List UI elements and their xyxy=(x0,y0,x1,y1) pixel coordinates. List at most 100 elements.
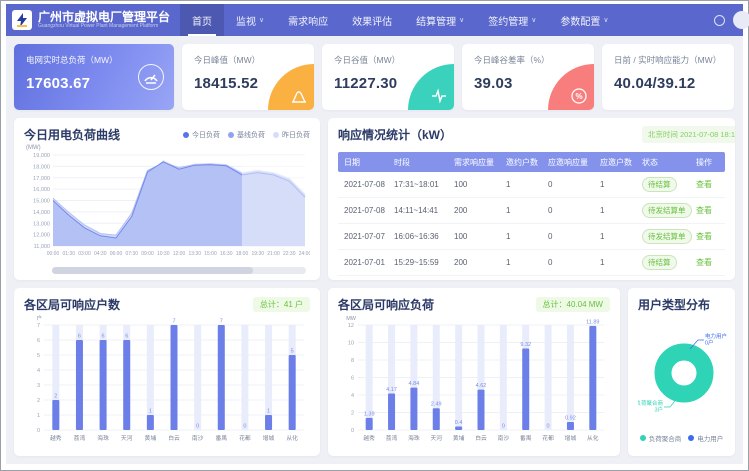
table-cell: 16:06~16:36 xyxy=(392,232,452,241)
bar-白云 xyxy=(171,325,178,430)
y-tick-label: 6 xyxy=(37,338,40,344)
status-badge: 待发结算单 xyxy=(642,203,692,218)
legend-item-电力用户[interactable]: 电力用户 xyxy=(688,433,723,443)
view-link[interactable]: 查看 xyxy=(696,206,712,215)
nav-item-label: 签约管理 xyxy=(488,13,528,28)
bolt-icon xyxy=(16,13,28,27)
table-cell: 0 xyxy=(546,180,598,189)
households-total-badge: 总计：41 户 xyxy=(253,297,310,312)
y-tick-label: 0 xyxy=(351,428,354,434)
y-axis-unit: 户 xyxy=(36,314,42,322)
legend-dot xyxy=(273,132,279,138)
beijing-time-badge: 北京时间 2021-07-08 18:1 xyxy=(642,126,735,143)
y-tick-label: 6 xyxy=(351,376,354,382)
bar-value-label: 7 xyxy=(220,319,223,325)
chevron-down-icon: ∨ xyxy=(603,16,608,24)
bar-value-label: 1 xyxy=(267,409,270,415)
y-tick-label: 15,000 xyxy=(33,199,50,205)
nav-item-label: 首页 xyxy=(192,13,212,28)
nav-item-结算管理[interactable]: 结算管理∨ xyxy=(404,4,476,36)
user-icon[interactable] xyxy=(714,15,725,26)
y-tick-label: 13,000 xyxy=(33,221,50,227)
column-header-需求响应量: 需求响应量 xyxy=(452,157,504,168)
legend-label: 电力用户 xyxy=(697,433,723,443)
y-tick-label: 4 xyxy=(37,368,40,374)
bar-value-label: 4.84 xyxy=(409,381,420,387)
x-tick-label: 21:00 xyxy=(267,251,280,257)
table-cell-status: 待结算 xyxy=(640,177,694,192)
view-link[interactable]: 查看 xyxy=(696,180,712,189)
stat-card-wedge: % xyxy=(548,64,594,110)
bar-越秀 xyxy=(366,418,373,430)
nav-item-需求响应[interactable]: 需求响应 xyxy=(276,4,340,36)
column-header-时段: 时段 xyxy=(392,157,452,168)
bar-value-label: 7 xyxy=(172,319,175,325)
view-link[interactable]: 查看 xyxy=(696,232,712,241)
table-cell: 14:11~14:41 xyxy=(392,206,452,215)
x-tick-label: 白云 xyxy=(168,434,180,442)
x-tick-label: 09:00 xyxy=(141,251,154,257)
nav-item-参数配置[interactable]: 参数配置∨ xyxy=(548,4,620,36)
column-header-应邀响应量: 应邀响应量 xyxy=(546,157,598,168)
stat-card-1: 今日峰值（MW）18415.52 xyxy=(182,44,314,110)
x-tick-label: 16:30 xyxy=(220,251,233,257)
table-cell: 0 xyxy=(546,206,598,215)
response-table-body: 2021-07-0817:31~18:01100101待结算查看2021-07-… xyxy=(338,172,725,276)
table-cell-status: 待发结算单 xyxy=(640,203,694,218)
view-link[interactable]: 查看 xyxy=(696,258,712,267)
top-navbar: 广州市虚拟电厂管理平台 Guangzhou Virtual Power Plan… xyxy=(6,4,743,36)
chevron-down-icon: ∨ xyxy=(531,16,536,24)
y-tick-label: 8 xyxy=(351,358,354,364)
bar-background-南沙 xyxy=(500,325,507,430)
nav-item-签约管理[interactable]: 签约管理∨ xyxy=(476,4,548,36)
stat-card-3: 今日峰谷差率（%）39.03% xyxy=(462,44,594,110)
pulse-icon xyxy=(431,88,447,104)
nav-item-首页[interactable]: 首页 xyxy=(180,4,224,36)
nav-item-监视[interactable]: 监视∨ xyxy=(224,4,276,36)
table-row: 2021-07-0716:06~16:36100101待发结算单查看 xyxy=(338,224,725,250)
legend-item-负荷聚合商[interactable]: 负荷聚合商 xyxy=(640,433,682,443)
load-curve-panel: 今日用电负荷曲线 今日负荷基线负荷昨日负荷 (MW) 11,00012,0001… xyxy=(14,118,320,280)
column-header-状态: 状态 xyxy=(640,157,694,168)
bar-荔湾 xyxy=(76,340,83,430)
legend-item-基线负荷[interactable]: 基线负荷 xyxy=(228,130,265,140)
navbar-right xyxy=(714,4,743,36)
table-cell: 2021-07-08 xyxy=(342,206,392,215)
stat-card-label: 日前 / 实时响应能力（MW） xyxy=(614,54,722,66)
stat-card-label: 电网实时总负荷（MW） xyxy=(26,54,162,66)
table-cell: 0 xyxy=(546,258,598,267)
y-tick-label: 2 xyxy=(37,398,40,404)
table-cell-action: 查看 xyxy=(694,257,720,268)
legend-item-今日负荷[interactable]: 今日负荷 xyxy=(183,130,220,140)
y-tick-label: 14,000 xyxy=(33,210,50,216)
user-type-panel: 用户类型分布 电力用户0户负荷聚合商3户 负荷聚合商电力用户 xyxy=(628,288,735,456)
legend-item-昨日负荷[interactable]: 昨日负荷 xyxy=(273,130,310,140)
legend-label: 基线负荷 xyxy=(237,130,265,140)
bar-从化 xyxy=(589,326,596,430)
slice-value: 3户 xyxy=(654,406,663,414)
dashboard-body: 电网实时总负荷（MW）17603.67今日峰值（MW）18415.52今日谷值（… xyxy=(6,36,743,464)
app-subtitle: Guangzhou Virtual Power Plant Management… xyxy=(38,23,170,30)
x-tick-label: 10:30 xyxy=(157,251,170,257)
y-tick-label: 2 xyxy=(351,411,354,417)
bar-background-花都 xyxy=(545,325,552,430)
datazoom-slider[interactable] xyxy=(52,267,306,274)
datazoom-handle[interactable] xyxy=(52,267,253,274)
status-badge: 待结算 xyxy=(642,177,677,192)
bar-增城 xyxy=(567,422,574,430)
x-tick-label: 12:00 xyxy=(173,251,186,257)
table-cell: 1 xyxy=(598,258,640,267)
app-window: 广州市虚拟电厂管理平台 Guangzhou Virtual Power Plan… xyxy=(0,0,749,471)
user-type-title: 用户类型分布 xyxy=(638,296,725,313)
highlight-region xyxy=(242,155,305,246)
load-curve-legend: 今日负荷 基线负荷昨日负荷 xyxy=(183,130,310,140)
table-cell: 1 xyxy=(504,180,546,189)
nav-item-效果评估[interactable]: 效果评估 xyxy=(340,4,404,36)
table-cell-status: 待发结算单 xyxy=(640,229,694,244)
bar-海珠 xyxy=(410,388,417,430)
table-cell: 17:31~18:01 xyxy=(392,180,452,189)
stat-card-label: 今日峰值（MW） xyxy=(194,54,302,66)
y-tick-label: 18,000 xyxy=(33,164,50,170)
avatar[interactable] xyxy=(733,11,749,29)
stat-card-label: 今日谷值（MW） xyxy=(334,54,442,66)
